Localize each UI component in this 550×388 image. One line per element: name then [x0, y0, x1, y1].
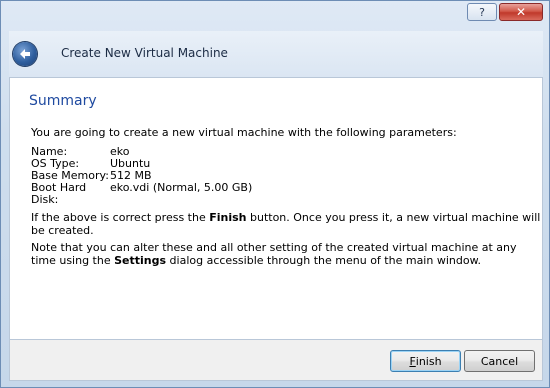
back-button[interactable]: [13, 42, 37, 66]
wizard-header: Create New Virtual Machine: [9, 31, 543, 77]
finish-note-prefix: If the above is correct press the: [31, 211, 210, 224]
finish-note-bold: Finish: [209, 211, 247, 224]
parameters-list: Name: eko OS Type: Ubuntu Base Memory: 5…: [31, 146, 252, 206]
summary-panel: Summary You are going to create a new vi…: [9, 77, 543, 340]
settings-note: Note that you can alter these and all ot…: [31, 241, 541, 267]
param-label: Boot Hard Disk:: [31, 181, 87, 206]
param-value: eko.vdi (Normal, 5.00 GB): [110, 181, 253, 194]
dialog-window: ? ✕ Create New Virtual Machine Summary Y…: [0, 0, 550, 388]
summary-heading: Summary: [29, 93, 97, 109]
help-icon: ?: [479, 5, 485, 19]
finish-label: inish: [415, 354, 442, 368]
help-button[interactable]: ?: [467, 3, 497, 21]
param-row-boot-hard-disk: Boot Hard Disk: eko.vdi (Normal, 5.00 GB…: [31, 182, 252, 206]
button-bar: Finish Cancel: [9, 340, 543, 381]
close-icon: ✕: [515, 5, 527, 19]
settings-note-bold: Settings: [114, 254, 167, 267]
finish-button[interactable]: Finish: [390, 350, 461, 372]
wizard-title: Create New Virtual Machine: [61, 46, 228, 60]
finish-note: If the above is correct press the Finish…: [31, 211, 542, 237]
back-arrow-icon: [20, 49, 30, 59]
cancel-button[interactable]: Cancel: [464, 350, 535, 372]
close-button[interactable]: ✕: [499, 3, 543, 21]
settings-note-suffix: dialog accessible through the menu of th…: [166, 254, 482, 267]
intro-text: You are going to create a new virtual ma…: [31, 126, 457, 139]
title-bar-buttons: ? ✕: [467, 3, 543, 21]
